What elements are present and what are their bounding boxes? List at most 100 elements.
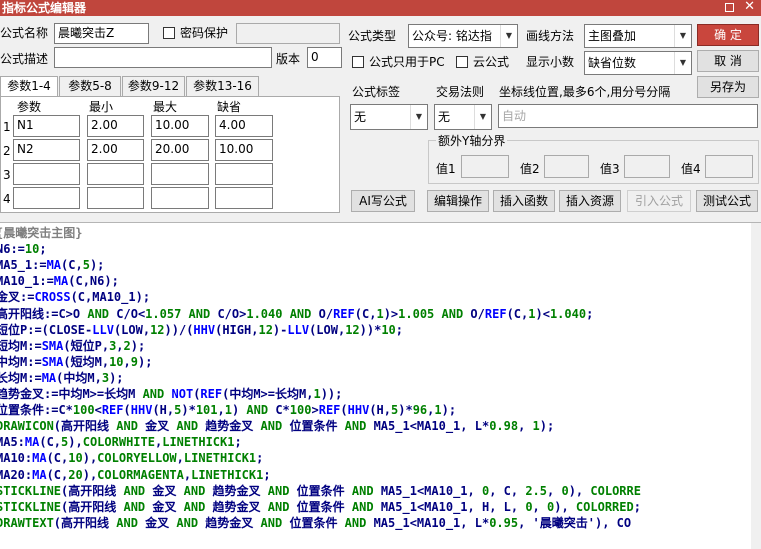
- code-token: (: [340, 403, 348, 418]
- ok-button[interactable]: 确 定: [697, 24, 759, 46]
- code-token: )<: [535, 306, 550, 321]
- version-input[interactable]: 0: [307, 47, 342, 68]
- password-input[interactable]: [236, 23, 340, 44]
- cancel-button[interactable]: 取 消: [697, 50, 759, 72]
- param-max-input[interactable]: 20.00: [151, 139, 209, 161]
- code-line: 中均M:=SMA(短均M,10,9);: [0, 354, 152, 370]
- param-max-input[interactable]: [151, 163, 209, 185]
- param-name-input[interactable]: [13, 163, 80, 185]
- code-token: (高开阳线: [53, 419, 117, 434]
- code-token: LINETHICK1: [162, 435, 235, 450]
- value2-input[interactable]: [544, 155, 589, 178]
- code-token: 金叉: [145, 499, 184, 514]
- param-header-default: 缺省: [217, 100, 242, 114]
- code-token: SMA: [41, 354, 64, 369]
- code-token: 趋势金叉: [198, 515, 261, 530]
- code-token: 1.005: [398, 306, 435, 321]
- code-token: 12: [345, 322, 360, 337]
- formula-desc-label: 公式描述: [0, 52, 49, 66]
- code-editor[interactable]: {晨曦突击主图}N6:=10;MA5_1:=MA(C,5);MA10_1:=MA…: [0, 222, 761, 549]
- axis-line-input[interactable]: 自动: [498, 104, 758, 128]
- param-row-index: 1: [3, 120, 11, 134]
- param-min-input[interactable]: 2.00: [87, 115, 144, 137]
- code-token: AND: [441, 306, 464, 321]
- code-token: (短均M,: [63, 354, 110, 369]
- axis-line-label: 坐标线位置,最多6个,用分号分隔: [499, 85, 671, 99]
- tab-params-9-12[interactable]: 参数9-12: [122, 76, 185, 96]
- close-icon[interactable]: ✕: [744, 0, 755, 15]
- code-line: 短均M:=SMA(短位P,3,2);: [0, 338, 145, 354]
- code-line: 长均M:=MA(中均M,3);: [0, 370, 124, 386]
- param-name-input[interactable]: N1: [13, 115, 80, 137]
- code-token: LLV: [287, 322, 310, 337]
- formula-name-input[interactable]: 晨曦突击Z: [54, 23, 149, 44]
- formula-tag-select[interactable]: 无 ▼: [350, 104, 428, 130]
- code-token: ,: [518, 419, 533, 434]
- trade-rule-select[interactable]: 无 ▼: [434, 104, 492, 130]
- code-line: 金叉:=CROSS(C,MA10_1);: [0, 289, 150, 305]
- code-line: DRAWTEXT(高开阳线 AND 金叉 AND 趋势金叉 AND 位置条件 A…: [0, 515, 631, 531]
- formula-type-select[interactable]: 公众号: 铭达指 ▼: [408, 24, 518, 48]
- param-header-name: 参数: [17, 100, 42, 114]
- code-token: COLORMAGENTA: [97, 467, 184, 482]
- param-max-input[interactable]: [151, 187, 209, 209]
- test-formula-button[interactable]: 测试公式: [696, 190, 758, 212]
- insert-function-button[interactable]: 插入函数: [493, 190, 555, 212]
- params-panel: 参数 最小 最大 缺省 1 N1 2.00 10.00 4.00 2 N2 2.…: [0, 96, 340, 213]
- code-token: C*: [268, 403, 290, 418]
- param-default-input[interactable]: 4.00: [215, 115, 273, 137]
- param-name-input[interactable]: N2: [13, 139, 80, 161]
- chevron-down-icon[interactable]: ▼: [674, 25, 691, 47]
- code-token: ,: [123, 354, 131, 369]
- pc-only-checkbox[interactable]: [352, 56, 364, 68]
- edit-ops-button[interactable]: 编辑操作: [427, 190, 489, 212]
- code-token: O/: [311, 306, 334, 321]
- restore-icon[interactable]: [725, 3, 734, 12]
- insert-resource-button[interactable]: 插入资源: [559, 190, 621, 212]
- vertical-scrollbar[interactable]: [751, 223, 761, 549]
- param-min-input[interactable]: 2.00: [87, 139, 144, 161]
- chevron-down-icon[interactable]: ▼: [500, 25, 517, 47]
- code-token: 1.040: [246, 306, 283, 321]
- cloud-formula-checkbox[interactable]: [456, 56, 468, 68]
- decimal-select[interactable]: 缺省位数 ▼: [584, 51, 692, 75]
- code-token: AND: [116, 515, 138, 530]
- tab-params-13-16[interactable]: 参数13-16: [186, 76, 259, 96]
- tab-params-1-4[interactable]: 参数1-4: [0, 76, 58, 97]
- param-max-input[interactable]: 10.00: [151, 115, 209, 137]
- code-token: 2.5: [525, 483, 548, 498]
- value3-input[interactable]: [624, 155, 670, 178]
- param-default-input[interactable]: [215, 163, 273, 185]
- code-token: DRAWICON: [0, 419, 54, 434]
- param-default-input[interactable]: [215, 187, 273, 209]
- code-token: ;: [395, 322, 404, 337]
- formula-desc-input[interactable]: [54, 47, 272, 68]
- param-default-input[interactable]: 10.00: [215, 139, 273, 161]
- code-token: MA5_1<MA10_1, H, L,: [373, 499, 526, 514]
- formula-type-label: 公式类型: [348, 29, 397, 43]
- draw-method-select[interactable]: 主图叠加 ▼: [584, 24, 692, 48]
- code-token: );: [109, 370, 124, 385]
- code-token: AND: [260, 515, 283, 530]
- param-name-input[interactable]: [13, 187, 80, 209]
- import-formula-button[interactable]: 引入公式: [627, 190, 691, 212]
- save-as-button[interactable]: 另存为: [697, 76, 759, 98]
- code-token: 位置条件: [289, 499, 352, 514]
- chevron-down-icon[interactable]: ▼: [674, 52, 691, 74]
- value4-input[interactable]: [705, 155, 753, 178]
- ai-write-button[interactable]: AI写公式: [351, 190, 415, 212]
- value1-input[interactable]: [461, 155, 509, 178]
- code-token: AND: [116, 419, 138, 434]
- param-min-input[interactable]: [87, 187, 144, 209]
- trade-rule-value: 无: [438, 110, 451, 124]
- version-label: 版本: [276, 52, 301, 66]
- param-min-input[interactable]: [87, 163, 144, 185]
- tab-params-5-8[interactable]: 参数5-8: [59, 76, 121, 96]
- chevron-down-icon[interactable]: ▼: [474, 105, 491, 129]
- draw-method-label: 画线方法: [526, 29, 575, 43]
- code-token: AND: [267, 499, 290, 514]
- code-token: HHV: [130, 403, 153, 418]
- code-token: AND: [351, 499, 374, 514]
- chevron-down-icon[interactable]: ▼: [410, 105, 427, 129]
- password-checkbox[interactable]: [163, 27, 175, 39]
